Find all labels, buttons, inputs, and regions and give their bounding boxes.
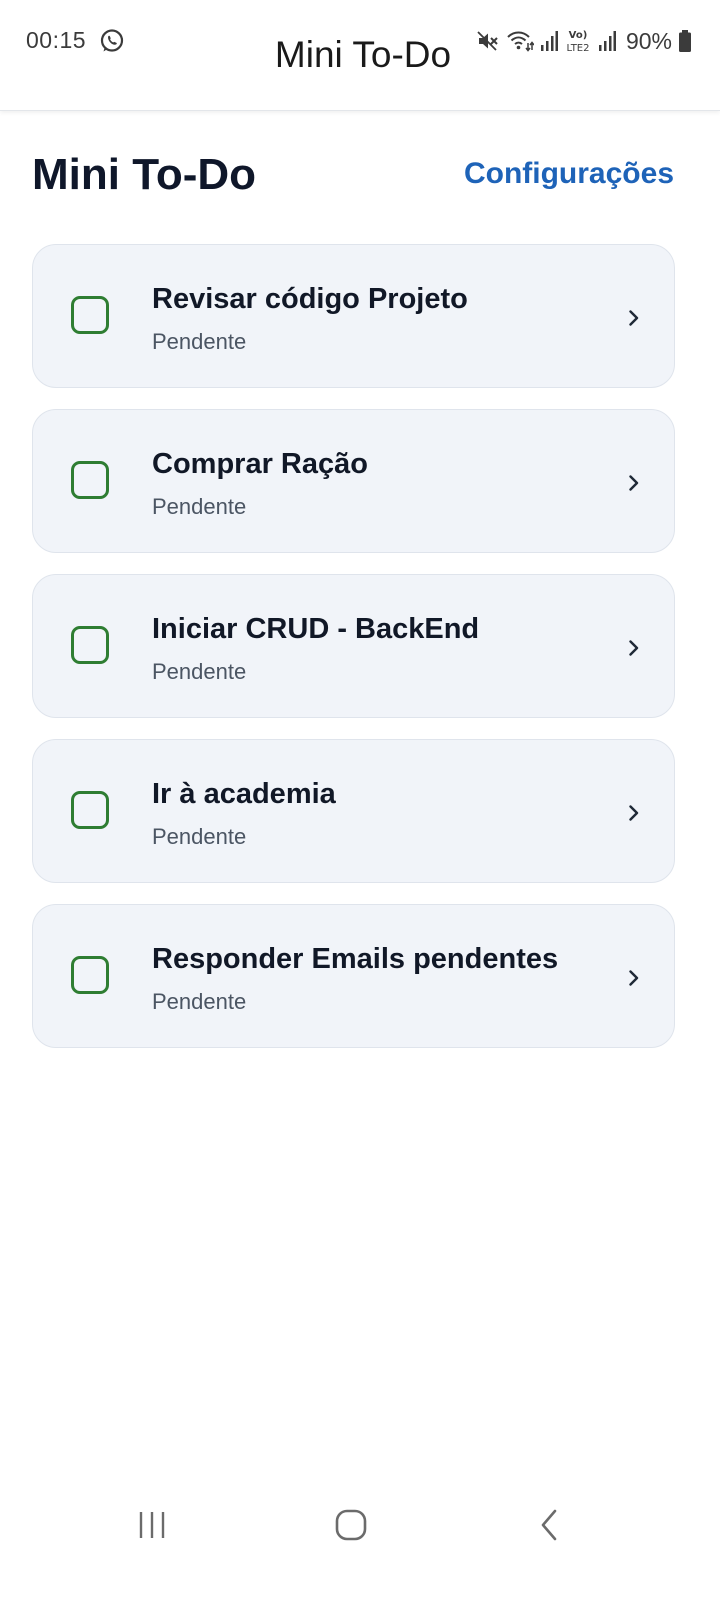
task-list: Revisar código Projeto Pendente Comprar … — [32, 244, 675, 1048]
recent-apps-button[interactable] — [122, 1500, 182, 1550]
task-status: Pendente — [152, 494, 247, 519]
app-bar-title: Mini To-Do — [274, 34, 452, 75]
chevron-right-icon — [629, 310, 639, 326]
task-status: Pendente — [152, 659, 247, 684]
screen: 00:15 Vo) LTE2 90% Mini To-Do Mini To-Do… — [0, 0, 720, 1600]
task-card[interactable]: Revisar código Projeto Pendente — [32, 244, 675, 388]
task-card[interactable]: Ir à academia Pendente — [32, 739, 675, 883]
chevron-right-icon — [629, 805, 639, 821]
page-title: Mini To-Do — [32, 150, 256, 199]
home-button[interactable] — [321, 1500, 381, 1550]
task-status: Pendente — [152, 989, 247, 1014]
task-title: Comprar Ração — [152, 448, 368, 480]
task-status: Pendente — [152, 329, 247, 354]
chevron-right-icon — [629, 640, 639, 656]
system-nav-bar — [0, 1470, 720, 1580]
task-title: Ir à academia — [152, 778, 336, 810]
task-checkbox[interactable] — [71, 296, 109, 334]
task-status: Pendente — [152, 824, 247, 849]
task-card[interactable]: Iniciar CRUD - BackEnd Pendente — [32, 574, 675, 718]
chevron-right-icon — [629, 475, 639, 491]
chevron-right-icon — [629, 970, 639, 986]
recent-apps-icon — [139, 1512, 165, 1538]
task-checkbox[interactable] — [71, 956, 109, 994]
task-card[interactable]: Comprar Ração Pendente — [32, 409, 675, 553]
back-icon — [541, 1509, 557, 1541]
task-checkbox[interactable] — [71, 626, 109, 664]
task-title: Iniciar CRUD - BackEnd — [152, 613, 480, 645]
task-checkbox[interactable] — [71, 461, 109, 499]
back-button[interactable] — [519, 1500, 579, 1550]
task-card[interactable]: Responder Emails pendentes Pendente — [32, 904, 675, 1048]
settings-link[interactable]: Configurações — [464, 157, 674, 191]
task-title: Responder Emails pendentes — [152, 943, 559, 975]
home-icon — [335, 1509, 367, 1541]
top-bar: 00:15 Vo) LTE2 90% Mini To-Do — [0, 0, 720, 111]
task-checkbox[interactable] — [71, 791, 109, 829]
task-title: Revisar código Projeto — [152, 283, 468, 315]
